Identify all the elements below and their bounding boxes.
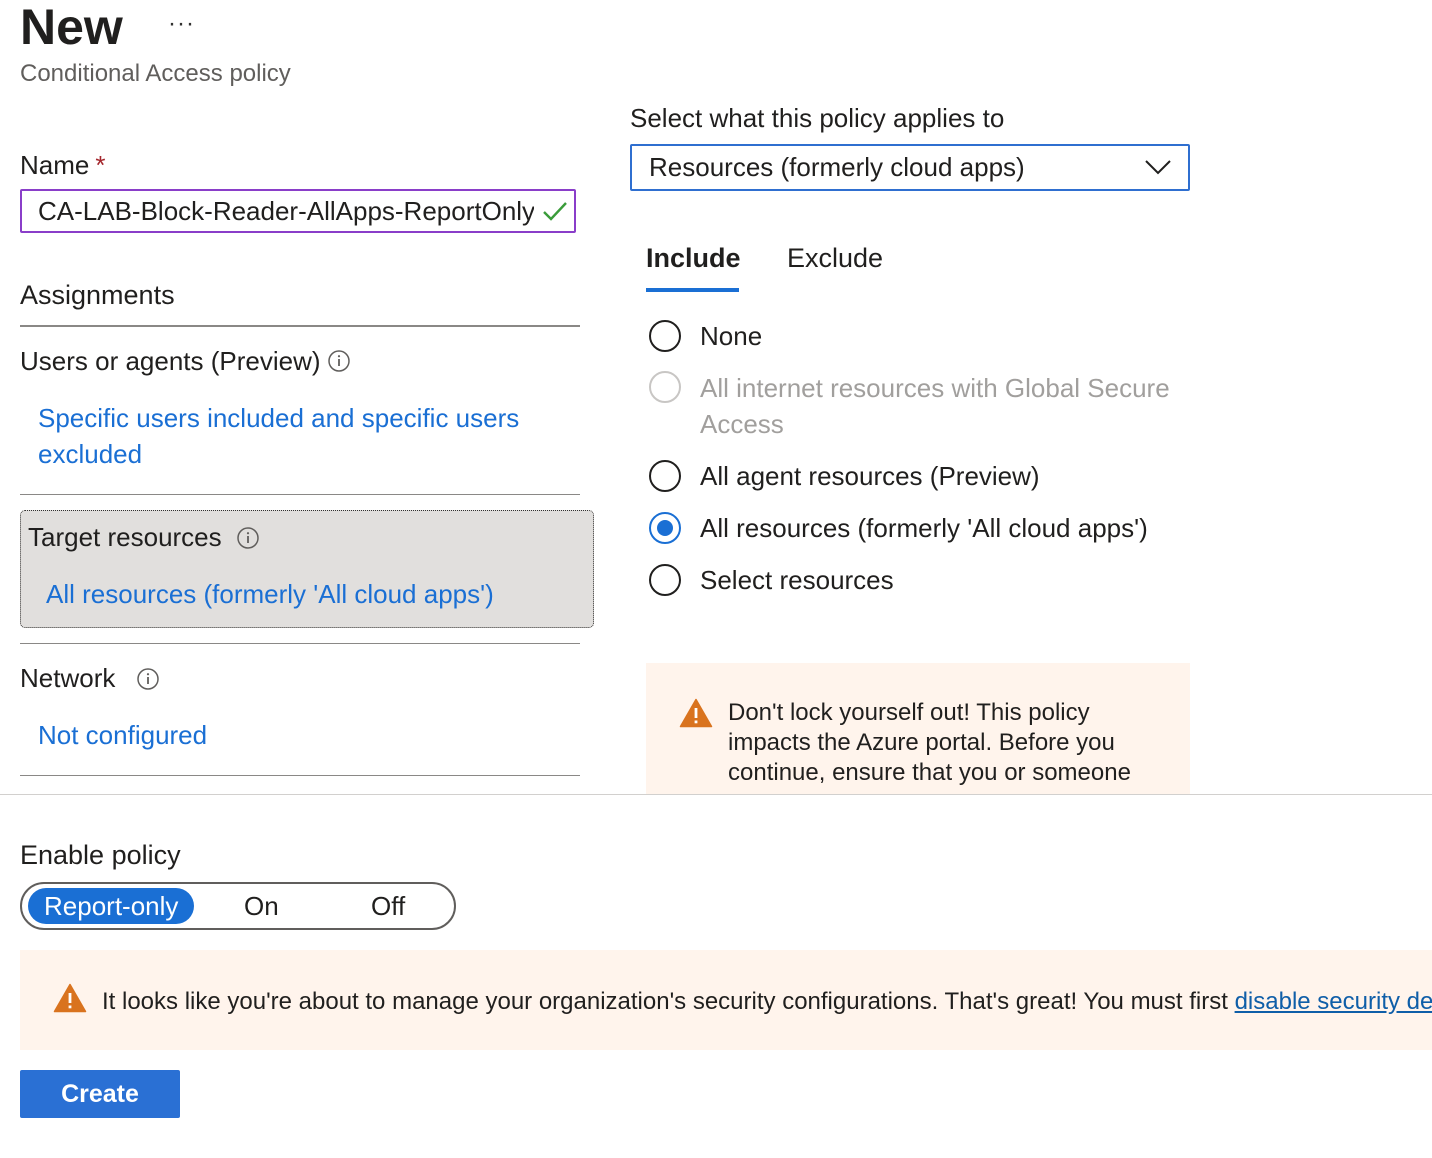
- assignments-heading: Assignments: [20, 280, 175, 310]
- applies-to-dropdown[interactable]: Resources (formerly cloud apps): [630, 144, 1190, 191]
- page-title: New: [20, 0, 123, 55]
- tab-include[interactable]: Include: [646, 243, 741, 274]
- radio-all-resources-label: All resources (formerly 'All cloud apps'…: [700, 513, 1148, 543]
- banner-warning-icon: [53, 983, 87, 1013]
- users-selection-link[interactable]: Specific users included and specific use…: [38, 400, 519, 472]
- banner-message: It looks like you're about to manage you…: [102, 988, 1235, 1015]
- lockout-line3: continue, ensure that you or someone: [728, 759, 1131, 786]
- radio-internet-line2: Access: [700, 409, 784, 439]
- warning-icon: [679, 698, 713, 728]
- network-divider: [20, 775, 580, 776]
- radio-none-label: None: [700, 321, 763, 351]
- assignments-divider: [20, 325, 580, 327]
- security-defaults-banner: It looks like you're about to manage you…: [20, 950, 1432, 1050]
- disable-security-defaults-link[interactable]: disable security defaults: [1235, 988, 1432, 1015]
- policy-name-input[interactable]: [20, 189, 576, 233]
- lockout-line1: Don't lock yourself out! This policy: [728, 699, 1090, 726]
- radio-internet-resources: [649, 371, 681, 403]
- network-label: Network: [20, 663, 116, 693]
- radio-none[interactable]: [649, 320, 681, 352]
- name-label: Name *: [20, 150, 105, 181]
- toggle-on[interactable]: On: [244, 888, 279, 924]
- lockout-warning-text: Don't lock yourself out! This policy imp…: [728, 698, 1168, 788]
- radio-select-resources-label: Select resources: [700, 565, 894, 595]
- tab-exclude[interactable]: Exclude: [787, 243, 883, 274]
- enable-policy-toggle: Report-only On Off: [20, 882, 456, 930]
- page-subtitle: Conditional Access policy: [20, 60, 291, 87]
- footer-divider: [0, 794, 1432, 795]
- network-link[interactable]: Not configured: [38, 717, 207, 753]
- name-label-text: Name: [20, 150, 90, 180]
- toggle-report-only[interactable]: Report-only: [28, 888, 195, 924]
- users-link-line1: Specific users included and specific use…: [38, 403, 520, 433]
- users-divider: [20, 494, 580, 495]
- target-resources-link[interactable]: All resources (formerly 'All cloud apps'…: [46, 576, 494, 612]
- radio-agent-resources[interactable]: [649, 460, 681, 492]
- radio-all-resources[interactable]: [649, 512, 681, 544]
- target-divider: [20, 643, 580, 644]
- toggle-off[interactable]: Off: [371, 888, 405, 924]
- users-label: Users or agents (Preview): [20, 346, 321, 376]
- applies-to-label: Select what this policy applies to: [630, 103, 1005, 133]
- users-info-icon[interactable]: [328, 350, 350, 372]
- applies-to-selected: Resources (formerly cloud apps): [649, 152, 1025, 182]
- radio-agent-resources-label: All agent resources (Preview): [700, 461, 1040, 491]
- valid-check-icon: [543, 202, 567, 221]
- banner-text: It looks like you're about to manage you…: [102, 987, 1432, 1017]
- network-info-icon[interactable]: [137, 668, 159, 690]
- radio-internet-resources-label: All internet resources with Global Secur…: [700, 370, 1170, 442]
- users-link-line2: excluded: [38, 439, 143, 469]
- lockout-line2: impacts the Azure portal. Before you: [728, 729, 1115, 756]
- target-resources-info-icon[interactable]: [237, 527, 259, 549]
- create-button[interactable]: Create: [20, 1070, 180, 1118]
- enable-policy-label: Enable policy: [20, 840, 181, 870]
- more-options-icon[interactable]: ···: [168, 10, 195, 38]
- required-asterisk: *: [95, 150, 106, 180]
- chevron-down-icon: [1145, 160, 1171, 175]
- radio-internet-line1: All internet resources with Global Secur…: [700, 373, 1170, 403]
- active-tab-indicator: [646, 288, 739, 292]
- radio-select-resources[interactable]: [649, 564, 681, 596]
- target-resources-label: Target resources: [28, 522, 222, 552]
